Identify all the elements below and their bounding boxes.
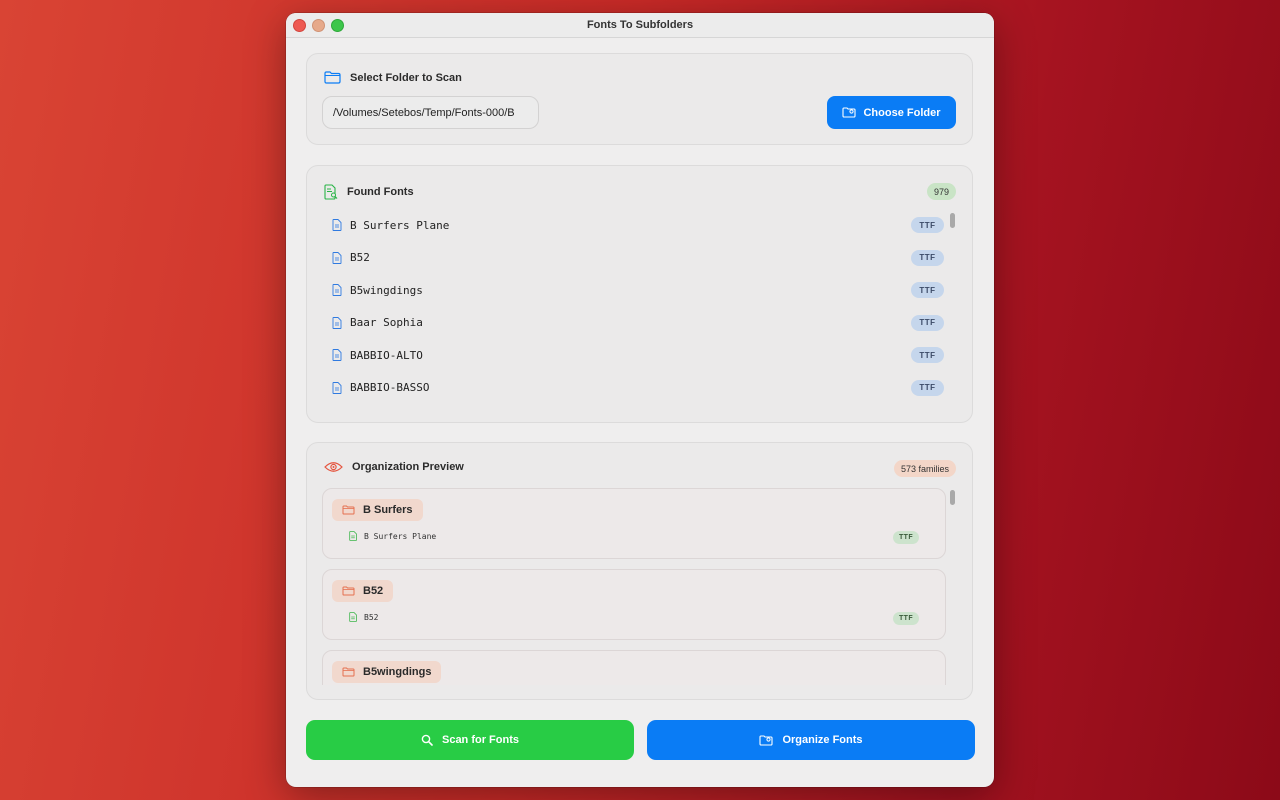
- family-folder-pill[interactable]: B5wingdings: [332, 661, 442, 683]
- family-file-type-badge: TTF: [893, 531, 919, 544]
- preview-scroll-thumb[interactable]: [950, 490, 955, 505]
- select-folder-title: Select Folder to Scan: [350, 71, 462, 84]
- found-fonts-header: Found Fonts: [324, 184, 414, 200]
- minimize-window-button[interactable]: [312, 19, 325, 32]
- doc-icon: [332, 381, 342, 394]
- family-group[interactable]: B Surfers B Surfers Plane TTF: [322, 488, 946, 559]
- scan-for-fonts-button[interactable]: Scan for Fonts: [306, 720, 634, 760]
- folder-icon: [342, 667, 355, 677]
- font-row[interactable]: BABBIO-BASSO TTF: [322, 372, 958, 405]
- font-row[interactable]: B5wingdings TTF: [322, 274, 958, 307]
- found-fonts-count-badge: 979: [926, 183, 956, 200]
- font-name: BABBIO-ALTO: [350, 348, 423, 362]
- doc-icon: [332, 251, 342, 264]
- choose-folder-button[interactable]: Choose Folder: [827, 96, 956, 129]
- family-file-type-badge: TTF: [893, 612, 919, 625]
- family-group[interactable]: B52 B52 TTF: [322, 569, 946, 640]
- folder-gear-icon: [842, 107, 857, 118]
- found-fonts-list[interactable]: B Surfers Plane TTF B52 TTF B5wingdings …: [322, 209, 958, 407]
- maximize-window-button[interactable]: [331, 19, 344, 32]
- window-title: Fonts To Subfolders: [586, 19, 694, 31]
- font-type-badge: TTF: [911, 347, 944, 364]
- doc-icon: [332, 219, 342, 232]
- font-row[interactable]: Baar Sophia TTF: [322, 307, 958, 340]
- magnifier-icon: [421, 734, 433, 746]
- found-fonts-scroll-thumb[interactable]: [950, 213, 955, 228]
- family-file-name: B Surfers Plane: [364, 531, 437, 541]
- close-window-button[interactable]: [293, 19, 306, 32]
- found-fonts-card: Found Fonts 979 B Surfers Plane TTF B52 …: [306, 165, 973, 423]
- family-file-row: B Surfers Plane: [349, 531, 436, 541]
- font-row[interactable]: B52 TTF: [322, 242, 958, 275]
- organize-fonts-button[interactable]: Organize Fonts: [647, 720, 975, 760]
- doc-icon: [332, 284, 342, 297]
- font-name: Baar Sophia: [350, 316, 423, 330]
- doc-search-icon: [324, 184, 338, 200]
- folder-icon: [342, 505, 355, 515]
- font-name: B52: [350, 251, 370, 265]
- choose-folder-label: Choose Folder: [863, 106, 941, 119]
- title-bar: Fonts To Subfolders: [286, 13, 994, 38]
- font-type-badge: TTF: [911, 314, 944, 331]
- family-folder-name: B52: [363, 585, 384, 597]
- font-row[interactable]: B Surfers Plane TTF: [322, 209, 958, 242]
- window-controls: [293, 19, 344, 32]
- scan-for-fonts-label: Scan for Fonts: [441, 734, 519, 746]
- font-name: B5wingdings: [350, 283, 423, 297]
- preview-scrollbar[interactable]: [948, 488, 957, 684]
- font-type-badge: TTF: [911, 249, 944, 266]
- family-folder-name: B Surfers: [363, 504, 413, 516]
- folder-icon: [324, 71, 341, 84]
- doc-icon: [349, 531, 357, 541]
- organize-fonts-label: Organize Fonts: [782, 734, 863, 746]
- family-folder-pill[interactable]: B Surfers: [332, 499, 423, 521]
- doc-icon: [332, 349, 342, 362]
- folder-icon: [342, 586, 355, 596]
- select-folder-card: Select Folder to Scan /Volumes/Setebos/T…: [306, 53, 973, 145]
- family-file-row: B52: [349, 612, 378, 622]
- found-fonts-title: Found Fonts: [347, 186, 414, 198]
- doc-icon: [332, 316, 342, 329]
- font-name: BABBIO-BASSO: [350, 381, 430, 395]
- organization-preview-list[interactable]: B Surfers B Surfers Plane TTF B52 B52 TT…: [307, 443, 974, 685]
- font-name: B Surfers Plane: [350, 218, 450, 232]
- folder-gear-icon: [759, 734, 774, 746]
- font-row[interactable]: BABBIO-ALTO TTF: [322, 339, 958, 372]
- doc-icon: [349, 612, 357, 622]
- family-group[interactable]: B5wingdings: [322, 650, 946, 685]
- font-type-badge: TTF: [911, 217, 944, 234]
- found-fonts-scrollbar[interactable]: [948, 211, 957, 407]
- family-folder-pill[interactable]: B52: [332, 580, 394, 602]
- folder-path-field[interactable]: /Volumes/Setebos/Temp/Fonts-000/B: [322, 96, 539, 129]
- family-file-name: B52: [364, 612, 379, 622]
- font-type-badge: TTF: [911, 282, 944, 299]
- app-window: Fonts To Subfolders Select Folder to Sca…: [286, 13, 994, 787]
- font-type-badge: TTF: [911, 379, 944, 396]
- family-folder-name: B5wingdings: [363, 666, 432, 678]
- organization-preview-card: Organization Preview 573 families B Surf…: [306, 442, 973, 700]
- select-folder-header: Select Folder to Scan: [324, 71, 462, 84]
